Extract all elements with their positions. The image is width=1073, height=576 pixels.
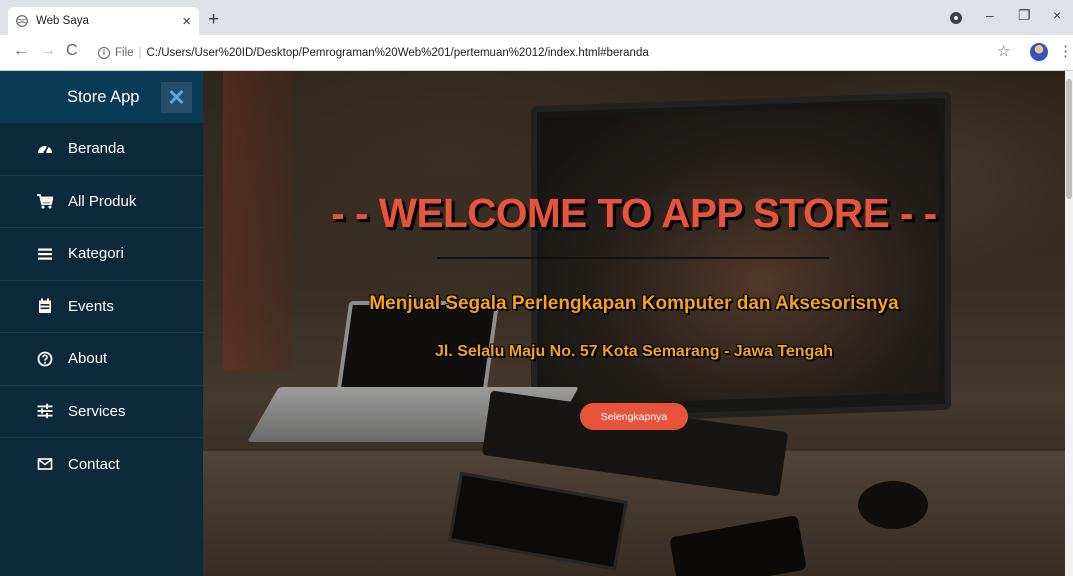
page-scrollbar[interactable]	[1065, 71, 1073, 576]
cart-icon	[37, 193, 53, 209]
sidebar-item-label: Services	[68, 402, 126, 420]
back-icon[interactable]: ←	[13, 43, 29, 59]
selengkapnya-button[interactable]: Selengkapnya	[580, 403, 688, 430]
hero-divider	[437, 257, 829, 259]
sidebar-item-all-produk[interactable]: All Produk	[0, 176, 203, 228]
dashboard-icon	[37, 141, 53, 157]
hero-section: - - WELCOME TO APP STORE - - Menjual Seg…	[203, 71, 1065, 576]
sidebar-item-label: Beranda	[68, 140, 125, 158]
info-icon[interactable]: i	[98, 47, 110, 59]
help-circle-icon	[37, 351, 53, 367]
sidebar-item-about[interactable]: About	[0, 333, 203, 386]
address-bar: ← → C i File | C:/Users/User%20ID/Deskto…	[0, 35, 1073, 71]
sidebar: Store App ✕ Beranda All Produk Kategori	[0, 71, 203, 576]
sidebar-item-label: Contact	[68, 455, 120, 473]
restore-icon[interactable]: ❐	[1018, 8, 1031, 22]
hero-subtitle: Menjual Segala Perlengkapan Komputer dan…	[369, 293, 899, 314]
profile-avatar[interactable]	[1030, 43, 1048, 61]
url-scheme: File	[115, 47, 134, 59]
sidebar-item-beranda[interactable]: Beranda	[0, 123, 203, 176]
calendar-icon	[37, 298, 53, 314]
sidebar-item-label: Kategori	[68, 245, 124, 263]
browser-tab[interactable]: Web Saya ×	[8, 7, 199, 35]
globe-icon	[16, 15, 28, 27]
sidebar-item-label: Events	[68, 297, 114, 315]
menu-lines-icon	[37, 246, 53, 262]
tab-close-icon[interactable]: ×	[182, 14, 191, 29]
browser-menu-icon[interactable]: ⋮	[1058, 44, 1073, 59]
scrollbar-thumb[interactable]	[1066, 79, 1072, 199]
hero-address: Jl. Selalu Maju No. 57 Kota Semarang - J…	[434, 343, 834, 360]
url-field[interactable]: i File | C:/Users/User%20ID/Desktop/Pemr…	[98, 41, 1018, 65]
hero-title: - - WELCOME TO APP STORE - -	[331, 190, 937, 236]
minimize-icon[interactable]: –	[986, 8, 994, 22]
hero-overlay	[203, 71, 1065, 576]
page-viewport: Store App ✕ Beranda All Produk Kategori	[0, 71, 1065, 576]
tab-title: Web Saya	[36, 15, 89, 27]
reload-icon[interactable]: C	[66, 43, 78, 59]
bookmark-star-icon[interactable]: ☆	[997, 44, 1010, 59]
close-icon: ✕	[167, 84, 186, 110]
close-sidebar-button[interactable]: ✕	[161, 82, 192, 113]
browser-tab-bar: Web Saya × + – ❐ ×	[0, 0, 1073, 35]
new-tab-icon[interactable]: +	[208, 10, 219, 29]
sliders-icon	[37, 403, 53, 419]
close-window-icon[interactable]: ×	[1053, 8, 1061, 22]
brand-title: Store App	[67, 87, 140, 106]
sidebar-item-label: About	[68, 350, 108, 368]
url-path: C:/Users/User%20ID/Desktop/Pemrograman%2…	[146, 47, 649, 59]
sidebar-item-events[interactable]: Events	[0, 281, 203, 333]
url-separator: |	[138, 47, 142, 59]
sidebar-item-contact[interactable]: Contact	[0, 438, 203, 491]
mail-icon	[37, 456, 53, 472]
sidebar-item-kategori[interactable]: Kategori	[0, 228, 203, 281]
sidebar-item-services[interactable]: Services	[0, 386, 203, 438]
extension-icon[interactable]	[950, 12, 962, 24]
forward-icon[interactable]: →	[40, 43, 56, 59]
sidebar-item-label: All Produk	[68, 192, 137, 210]
